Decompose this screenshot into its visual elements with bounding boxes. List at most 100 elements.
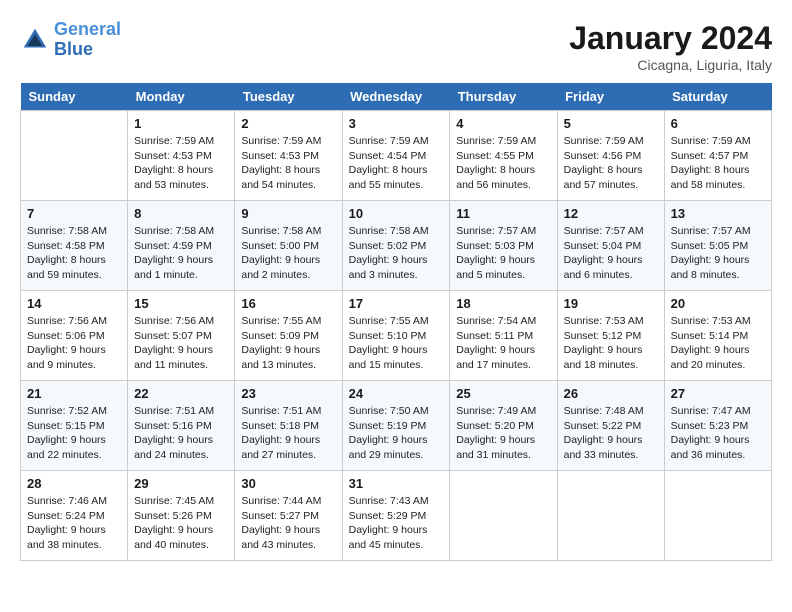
table-row: 24 Sunrise: 7:50 AMSunset: 5:19 PMDayligh… [342,381,450,471]
col-monday: Monday [128,83,235,111]
day-info: Sunrise: 7:59 AMSunset: 4:53 PMDaylight:… [241,134,335,193]
col-sunday: Sunday [21,83,128,111]
day-number: 17 [349,296,444,311]
day-number: 22 [134,386,228,401]
day-number: 25 [456,386,550,401]
calendar-week-row: 7 Sunrise: 7:58 AMSunset: 4:58 PMDaylight… [21,201,772,291]
calendar-week-row: 14Sunrise: 7:56 AMSunset: 5:06 PMDayligh… [21,291,772,381]
table-row: 11 Sunrise: 7:57 AMSunset: 5:03 PMDayligh… [450,201,557,291]
table-row: 7 Sunrise: 7:58 AMSunset: 4:58 PMDaylight… [21,201,128,291]
day-number: 28 [27,476,121,491]
day-number: 3 [349,116,444,131]
day-number: 9 [241,206,335,221]
table-row: 15 Sunrise: 7:56 AMSunset: 5:07 PMDayligh… [128,291,235,381]
col-saturday: Saturday [664,83,771,111]
day-number: 20 [671,296,765,311]
day-info: Sunrise: 7:59 AMSunset: 4:57 PMDaylight:… [671,134,765,193]
day-number: 10 [349,206,444,221]
day-info: Sunrise: 7:58 AMSunset: 4:58 PMDaylight:… [27,224,121,283]
day-info: Sunrise: 7:59 AMSunset: 4:55 PMDaylight:… [456,134,550,193]
day-info: Sunrise: 7:49 AMSunset: 5:20 PMDaylight:… [456,404,550,463]
day-number: 2 [241,116,335,131]
calendar-week-row: 28 Sunrise: 7:46 AMSunset: 5:24 PMDayligh… [21,471,772,561]
calendar-week-row: 1 Sunrise: 7:59 AMSunset: 4:53 PMDaylight… [21,111,772,201]
day-number: 14 [27,296,121,311]
day-info: Sunrise: 7:55 AMSunset: 5:09 PMDaylight:… [241,314,335,373]
logo: General Blue [20,20,121,60]
table-row: 1 Sunrise: 7:59 AMSunset: 4:53 PMDaylight… [128,111,235,201]
calendar-week-row: 21Sunrise: 7:52 AMSunset: 5:15 PMDayligh… [21,381,772,471]
month-title: January 2024 [569,20,772,57]
table-row: 18 Sunrise: 7:54 AMSunset: 5:11 PMDayligh… [450,291,557,381]
day-info: Sunrise: 7:57 AMSunset: 5:05 PMDaylight:… [671,224,765,283]
location-subtitle: Cicagna, Liguria, Italy [569,57,772,73]
table-row: 8 Sunrise: 7:58 AMSunset: 4:59 PMDaylight… [128,201,235,291]
table-row [557,471,664,561]
day-info: Sunrise: 7:53 AMSunset: 5:12 PMDaylight:… [564,314,658,373]
table-row: 2 Sunrise: 7:59 AMSunset: 4:53 PMDaylight… [235,111,342,201]
table-row: 9 Sunrise: 7:58 AMSunset: 5:00 PMDaylight… [235,201,342,291]
table-row: 25 Sunrise: 7:49 AMSunset: 5:20 PMDayligh… [450,381,557,471]
day-number: 13 [671,206,765,221]
day-info: Sunrise: 7:58 AMSunset: 5:02 PMDaylight:… [349,224,444,283]
day-info: Sunrise: 7:45 AMSunset: 5:26 PMDaylight:… [134,494,228,553]
day-number: 30 [241,476,335,491]
day-info: Sunrise: 7:58 AMSunset: 4:59 PMDaylight:… [134,224,228,283]
day-number: 8 [134,206,228,221]
day-info: Sunrise: 7:43 AMSunset: 5:29 PMDaylight:… [349,494,444,553]
day-number: 12 [564,206,658,221]
day-number: 31 [349,476,444,491]
table-row: 27 Sunrise: 7:47 AMSunset: 5:23 PMDayligh… [664,381,771,471]
day-info: Sunrise: 7:55 AMSunset: 5:10 PMDaylight:… [349,314,444,373]
table-row: 31 Sunrise: 7:43 AMSunset: 5:29 PMDayligh… [342,471,450,561]
table-row [21,111,128,201]
day-number: 27 [671,386,765,401]
table-row: 10 Sunrise: 7:58 AMSunset: 5:02 PMDayligh… [342,201,450,291]
day-number: 19 [564,296,658,311]
table-row: 30 Sunrise: 7:44 AMSunset: 5:27 PMDayligh… [235,471,342,561]
table-row: 21Sunrise: 7:52 AMSunset: 5:15 PMDayligh… [21,381,128,471]
col-friday: Friday [557,83,664,111]
day-number: 7 [27,206,121,221]
day-info: Sunrise: 7:57 AMSunset: 5:03 PMDaylight:… [456,224,550,283]
day-info: Sunrise: 7:51 AMSunset: 5:16 PMDaylight:… [134,404,228,463]
day-info: Sunrise: 7:59 AMSunset: 4:53 PMDaylight:… [134,134,228,193]
day-info: Sunrise: 7:59 AMSunset: 4:54 PMDaylight:… [349,134,444,193]
day-number: 6 [671,116,765,131]
day-number: 23 [241,386,335,401]
title-block: January 2024 Cicagna, Liguria, Italy [569,20,772,73]
table-row: 4 Sunrise: 7:59 AMSunset: 4:55 PMDaylight… [450,111,557,201]
day-info: Sunrise: 7:57 AMSunset: 5:04 PMDaylight:… [564,224,658,283]
col-thursday: Thursday [450,83,557,111]
day-info: Sunrise: 7:59 AMSunset: 4:56 PMDaylight:… [564,134,658,193]
table-row: 23 Sunrise: 7:51 AMSunset: 5:18 PMDayligh… [235,381,342,471]
day-number: 26 [564,386,658,401]
calendar-table: Sunday Monday Tuesday Wednesday Thursday… [20,83,772,561]
day-number: 24 [349,386,444,401]
day-number: 11 [456,206,550,221]
table-row: 22 Sunrise: 7:51 AMSunset: 5:16 PMDayligh… [128,381,235,471]
table-row: 12 Sunrise: 7:57 AMSunset: 5:04 PMDayligh… [557,201,664,291]
col-tuesday: Tuesday [235,83,342,111]
table-row: 5 Sunrise: 7:59 AMSunset: 4:56 PMDaylight… [557,111,664,201]
day-info: Sunrise: 7:58 AMSunset: 5:00 PMDaylight:… [241,224,335,283]
day-info: Sunrise: 7:53 AMSunset: 5:14 PMDaylight:… [671,314,765,373]
day-info: Sunrise: 7:47 AMSunset: 5:23 PMDaylight:… [671,404,765,463]
day-info: Sunrise: 7:46 AMSunset: 5:24 PMDaylight:… [27,494,121,553]
calendar-header-row: Sunday Monday Tuesday Wednesday Thursday… [21,83,772,111]
logo-icon [20,25,50,55]
day-number: 5 [564,116,658,131]
table-row: 20 Sunrise: 7:53 AMSunset: 5:14 PMDayligh… [664,291,771,381]
day-info: Sunrise: 7:50 AMSunset: 5:19 PMDaylight:… [349,404,444,463]
day-info: Sunrise: 7:44 AMSunset: 5:27 PMDaylight:… [241,494,335,553]
table-row [664,471,771,561]
day-number: 4 [456,116,550,131]
day-info: Sunrise: 7:54 AMSunset: 5:11 PMDaylight:… [456,314,550,373]
day-number: 15 [134,296,228,311]
day-info: Sunrise: 7:51 AMSunset: 5:18 PMDaylight:… [241,404,335,463]
day-info: Sunrise: 7:56 AMSunset: 5:07 PMDaylight:… [134,314,228,373]
day-number: 1 [134,116,228,131]
table-row: 3 Sunrise: 7:59 AMSunset: 4:54 PMDaylight… [342,111,450,201]
table-row: 17 Sunrise: 7:55 AMSunset: 5:10 PMDayligh… [342,291,450,381]
day-number: 18 [456,296,550,311]
